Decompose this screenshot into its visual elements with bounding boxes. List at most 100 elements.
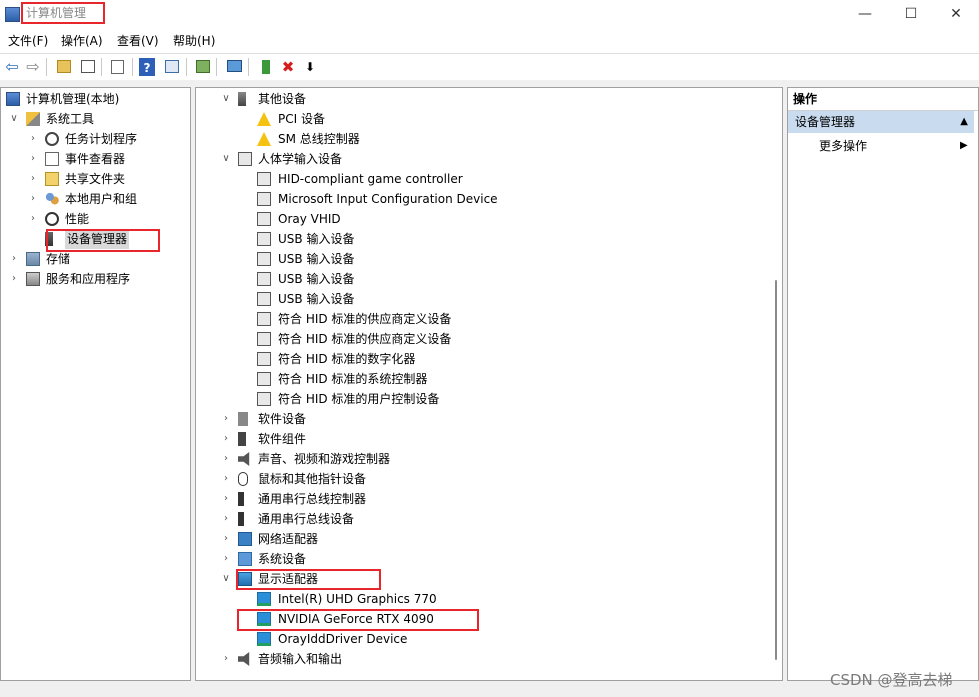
tree-expander-icon[interactable]: ›	[28, 129, 38, 149]
device-tree-item[interactable]: HID-compliant game controller	[196, 169, 766, 189]
tree-expander-icon[interactable]: ›	[221, 529, 231, 549]
submenu-arrow-icon[interactable]: ▶	[960, 136, 968, 156]
device-item-label: 人体学输入设备	[258, 152, 343, 166]
other-devices-icon	[238, 92, 246, 106]
device-tree-item[interactable]: › 软件设备	[196, 409, 766, 429]
device-tree-item[interactable]: USB 输入设备	[196, 269, 766, 289]
device-tree-item[interactable]: › 通用串行总线控制器	[196, 489, 766, 509]
export-list-icon[interactable]	[108, 57, 128, 77]
properties-pane-icon[interactable]	[162, 57, 182, 77]
tree-expander-icon[interactable]: ›	[221, 649, 231, 669]
enable-device-icon[interactable]	[256, 57, 276, 77]
device-tree-item[interactable]: NVIDIA GeForce RTX 4090	[196, 609, 766, 629]
tree-expander-icon[interactable]: ∨	[221, 149, 231, 169]
device-tree-item[interactable]: ∨ 其他设备	[196, 89, 766, 109]
monitor-icon[interactable]	[224, 57, 244, 77]
device-tree-item[interactable]: 符合 HID 标准的供应商定义设备	[196, 309, 766, 329]
minimize-button[interactable]: —	[842, 0, 888, 30]
tree-item[interactable]: › 性能	[1, 209, 190, 229]
tree-item[interactable]: › 本地用户和组	[1, 189, 190, 209]
tree-item[interactable]: 设备管理器	[1, 229, 190, 249]
tree-expander-icon[interactable]: ∨	[221, 569, 231, 589]
tree-expander-icon[interactable]: ›	[221, 469, 231, 489]
tree-expander-icon[interactable]: ›	[9, 269, 19, 289]
tree-expander-icon[interactable]: ›	[221, 509, 231, 529]
collapse-icon[interactable]: ▲	[960, 111, 968, 133]
monitor-device-icon	[257, 612, 271, 626]
device-tree-item[interactable]: › 网络适配器	[196, 529, 766, 549]
maximize-button[interactable]: ☐	[888, 0, 934, 30]
menu-file[interactable]: 文件(F)	[6, 30, 50, 53]
device-tree-item[interactable]: USB 输入设备	[196, 289, 766, 309]
hid-device-icon	[257, 292, 271, 306]
tree-expander-icon[interactable]: ›	[221, 549, 231, 569]
task-scheduler-icon	[45, 132, 59, 146]
device-tree-item[interactable]: 符合 HID 标准的供应商定义设备	[196, 329, 766, 349]
device-tree-item[interactable]: › 鼠标和其他指针设备	[196, 469, 766, 489]
device-tree-item[interactable]: ∨ 显示适配器	[196, 569, 766, 589]
device-tree-item[interactable]: OrayIddDriver Device	[196, 629, 766, 649]
vertical-scrollbar-thumb[interactable]	[775, 280, 777, 660]
device-item-label: 符合 HID 标准的数字化器	[278, 352, 416, 366]
device-tree-item[interactable]: PCI 设备	[196, 109, 766, 129]
device-tree-item[interactable]: SM 总线控制器	[196, 129, 766, 149]
device-tree-item[interactable]: Intel(R) UHD Graphics 770	[196, 589, 766, 609]
uninstall-icon[interactable]: ✖	[278, 57, 298, 77]
tree-item[interactable]: 计算机管理(本地)	[1, 89, 190, 109]
tree-expander-icon[interactable]: ›	[221, 449, 231, 469]
vertical-scrollbar[interactable]	[771, 90, 782, 678]
device-tree-item[interactable]: › 系统设备	[196, 549, 766, 569]
tree-item-label: 计算机管理(本地)	[26, 92, 120, 106]
device-tree-item[interactable]: ∨ 人体学输入设备	[196, 149, 766, 169]
device-tree-item[interactable]: › 声音、视频和游戏控制器	[196, 449, 766, 469]
tree-item[interactable]: › 服务和应用程序	[1, 269, 190, 289]
tree-item[interactable]: ∨ 系统工具	[1, 109, 190, 129]
device-item-label: PCI 设备	[278, 112, 325, 126]
tree-expander-icon[interactable]: ∨	[9, 109, 19, 129]
device-tree-item[interactable]: › 通用串行总线设备	[196, 509, 766, 529]
device-tree-item[interactable]: USB 输入设备	[196, 229, 766, 249]
tree-expander-icon[interactable]: ›	[221, 429, 231, 449]
device-tree-item[interactable]: 符合 HID 标准的数字化器	[196, 349, 766, 369]
device-item-label: 网络适配器	[258, 532, 319, 546]
device-tree-item[interactable]: 符合 HID 标准的系统控制器	[196, 369, 766, 389]
back-icon[interactable]: ⇦	[2, 57, 22, 77]
device-item-label: 音频输入和输出	[258, 652, 343, 666]
tree-expander-icon[interactable]: ›	[221, 489, 231, 509]
tree-expander-icon[interactable]: ›	[28, 149, 38, 169]
tree-item[interactable]: › 事件查看器	[1, 149, 190, 169]
device-item-label: Oray VHID	[278, 212, 341, 226]
device-tree-item[interactable]: Microsoft Input Configuration Device	[196, 189, 766, 209]
audio-io-icon	[238, 652, 250, 666]
disable-device-icon[interactable]: ⬇	[300, 57, 320, 77]
tree-expander-icon[interactable]: ›	[28, 189, 38, 209]
forward-icon[interactable]: ⇨	[23, 57, 43, 77]
tree-expander-icon[interactable]: ›	[28, 169, 38, 189]
device-item-label: SM 总线控制器	[278, 132, 360, 146]
device-tree-item[interactable]: USB 输入设备	[196, 249, 766, 269]
menu-view[interactable]: 查看(V)	[115, 30, 161, 53]
tree-expander-icon[interactable]: ›	[28, 209, 38, 229]
show-hide-tree-icon[interactable]	[78, 57, 98, 77]
tree-item[interactable]: › 共享文件夹	[1, 169, 190, 189]
help-icon[interactable]: ?	[139, 58, 155, 76]
device-tree-item[interactable]: › 音频输入和输出	[196, 649, 766, 669]
up-folder-icon[interactable]	[54, 57, 74, 77]
device-item-label: USB 输入设备	[278, 292, 355, 306]
device-tree-item[interactable]: › 软件组件	[196, 429, 766, 449]
tree-item[interactable]: › 存储	[1, 249, 190, 269]
update-driver-icon[interactable]	[193, 57, 213, 77]
more-actions[interactable]: 更多操作	[819, 136, 867, 156]
close-button[interactable]: ✕	[933, 0, 979, 30]
actions-section-device-manager[interactable]: 设备管理器 ▲	[788, 111, 974, 133]
device-tree-item[interactable]: Oray VHID	[196, 209, 766, 229]
sound-icon	[238, 452, 250, 466]
tree-item[interactable]: › 任务计划程序	[1, 129, 190, 149]
menu-help[interactable]: 帮助(H)	[171, 30, 217, 53]
hid-category-icon	[238, 152, 252, 166]
menu-action[interactable]: 操作(A)	[59, 30, 105, 53]
tree-expander-icon[interactable]: ∨	[221, 89, 231, 109]
device-tree-item[interactable]: 符合 HID 标准的用户控制设备	[196, 389, 766, 409]
tree-expander-icon[interactable]: ›	[9, 249, 19, 269]
tree-expander-icon[interactable]: ›	[221, 409, 231, 429]
